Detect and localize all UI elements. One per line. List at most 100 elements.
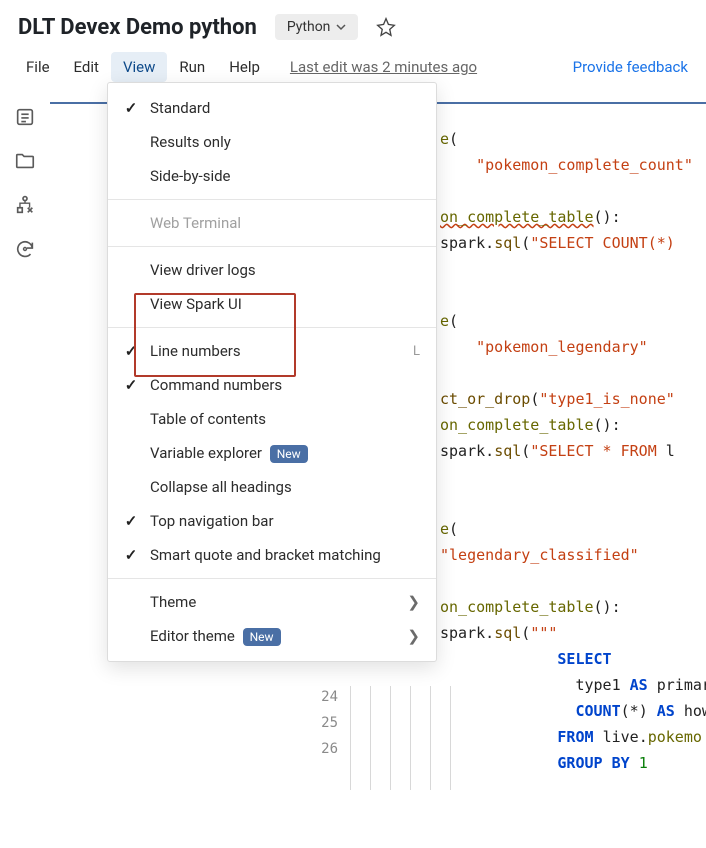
code-token: GROUP BY bbox=[557, 754, 638, 772]
menu-label: Theme bbox=[150, 593, 397, 611]
view-theme[interactable]: Theme ❯ bbox=[108, 585, 436, 619]
code-token: sql bbox=[494, 234, 521, 252]
list-icon[interactable] bbox=[14, 106, 36, 128]
view-results-only[interactable]: Results only bbox=[108, 125, 436, 159]
code-token: e bbox=[440, 130, 449, 148]
menu-label: Variable explorer New bbox=[150, 444, 420, 462]
view-standard[interactable]: ✓ Standard bbox=[108, 91, 436, 125]
line-number: 25 bbox=[298, 710, 338, 736]
view-variable-explorer[interactable]: Variable explorer New bbox=[108, 436, 436, 470]
menu-label: View Spark UI bbox=[150, 295, 420, 313]
new-badge: New bbox=[243, 628, 281, 646]
menu-separator bbox=[108, 199, 436, 200]
code-token: primar bbox=[648, 676, 706, 694]
code-token: spark bbox=[440, 624, 485, 642]
code-token: ct_or_drop bbox=[440, 390, 530, 408]
check-icon: ✓ bbox=[122, 546, 140, 564]
menu-label-text: Editor theme bbox=[150, 627, 235, 645]
code-token: FROM bbox=[557, 728, 602, 746]
view-spark-ui[interactable]: View Spark UI bbox=[108, 287, 436, 321]
code-token: (): bbox=[594, 598, 621, 616]
code-token: """ bbox=[530, 624, 557, 642]
language-label: Python bbox=[287, 19, 331, 35]
code-token: e bbox=[440, 312, 449, 330]
code-token: 1 bbox=[639, 754, 648, 772]
code-token: spark bbox=[440, 234, 485, 252]
view-web-terminal: Web Terminal bbox=[108, 206, 436, 240]
menu-label: View driver logs bbox=[150, 261, 420, 279]
check-icon: ✓ bbox=[122, 512, 140, 530]
menu-label: Side-by-side bbox=[150, 167, 420, 185]
code-token: sql bbox=[494, 442, 521, 460]
menu-file[interactable]: File bbox=[14, 52, 62, 82]
code-token: AS bbox=[657, 702, 675, 720]
view-line-numbers[interactable]: ✓ Line numbers L bbox=[108, 334, 436, 368]
menu-label: Collapse all headings bbox=[150, 478, 420, 496]
menu-label: Standard bbox=[150, 99, 420, 117]
provide-feedback-link[interactable]: Provide feedback bbox=[573, 58, 688, 76]
menu-label: Top navigation bar bbox=[150, 512, 420, 530]
view-collapse-headings[interactable]: Collapse all headings bbox=[108, 470, 436, 504]
menu-label: Table of contents bbox=[150, 410, 420, 428]
code-token: on_complete_table bbox=[440, 416, 594, 434]
menu-label: Web Terminal bbox=[150, 214, 420, 232]
code-token: "SELECT COUNT(*) bbox=[530, 234, 675, 252]
check-icon: ✓ bbox=[122, 376, 140, 394]
code-token: e bbox=[440, 520, 449, 538]
menu-shortcut: L bbox=[413, 344, 420, 359]
language-picker[interactable]: Python bbox=[275, 14, 359, 40]
folder-icon[interactable] bbox=[14, 150, 36, 172]
menu-edit[interactable]: Edit bbox=[62, 52, 111, 82]
menu-label: Results only bbox=[150, 133, 420, 151]
star-icon[interactable] bbox=[376, 17, 396, 37]
code-token: "pokemon_complete_count" bbox=[476, 156, 693, 174]
view-top-nav-bar[interactable]: ✓ Top navigation bar bbox=[108, 504, 436, 538]
code-token: ) bbox=[639, 702, 657, 720]
last-edit-status[interactable]: Last edit was 2 minutes ago bbox=[290, 58, 477, 76]
code-token: AS bbox=[630, 676, 648, 694]
view-smart-quote[interactable]: ✓ Smart quote and bracket matching bbox=[108, 538, 436, 572]
code-token: COUNT bbox=[575, 702, 620, 720]
code-token: * bbox=[630, 702, 639, 720]
new-badge: New bbox=[270, 445, 308, 463]
menu-separator bbox=[108, 578, 436, 579]
code-token: (): bbox=[594, 208, 621, 226]
code-token: "legendary_classified" bbox=[440, 546, 639, 564]
view-driver-logs[interactable]: View driver logs bbox=[108, 253, 436, 287]
chevron-down-icon bbox=[336, 22, 346, 32]
check-icon: ✓ bbox=[122, 99, 140, 117]
line-number: 24 bbox=[298, 684, 338, 710]
code-token: "SELECT * FROM bbox=[530, 442, 665, 460]
menu-view[interactable]: View bbox=[111, 52, 167, 82]
code-token: "type1_is_none" bbox=[539, 390, 674, 408]
code-token: pokemo bbox=[648, 728, 702, 746]
code-token: how bbox=[675, 702, 706, 720]
menu-label-text: Variable explorer bbox=[150, 444, 262, 462]
menu-separator bbox=[108, 327, 436, 328]
code-token: sql bbox=[494, 624, 521, 642]
view-editor-theme[interactable]: Editor theme New ❯ bbox=[108, 619, 436, 653]
menu-separator bbox=[108, 246, 436, 247]
view-table-of-contents[interactable]: Table of contents bbox=[108, 402, 436, 436]
notebook-title: DLT Devex Demo python bbox=[18, 15, 257, 40]
code-token: "pokemon_legendary" bbox=[476, 338, 648, 356]
chevron-right-icon: ❯ bbox=[407, 627, 420, 645]
menu-help[interactable]: Help bbox=[217, 52, 272, 82]
left-sidebar bbox=[0, 92, 50, 848]
line-number: 26 bbox=[298, 736, 338, 762]
menu-label: Smart quote and bracket matching bbox=[150, 546, 420, 564]
menu-label: Line numbers bbox=[150, 342, 403, 360]
line-gutter: 24 25 26 bbox=[298, 684, 338, 762]
menu-label: Editor theme New bbox=[150, 627, 397, 645]
menu-label: Command numbers bbox=[150, 376, 420, 394]
view-side-by-side[interactable]: Side-by-side bbox=[108, 159, 436, 193]
code-token: live bbox=[603, 728, 639, 746]
refresh-icon[interactable] bbox=[14, 238, 36, 260]
view-dropdown: ✓ Standard Results only Side-by-side Web… bbox=[107, 82, 437, 662]
code-token: on_complete_table bbox=[440, 598, 594, 616]
code-token: l bbox=[666, 442, 675, 460]
view-command-numbers[interactable]: ✓ Command numbers bbox=[108, 368, 436, 402]
menu-run[interactable]: Run bbox=[167, 52, 217, 82]
check-icon: ✓ bbox=[122, 342, 140, 360]
schema-icon[interactable] bbox=[14, 194, 36, 216]
